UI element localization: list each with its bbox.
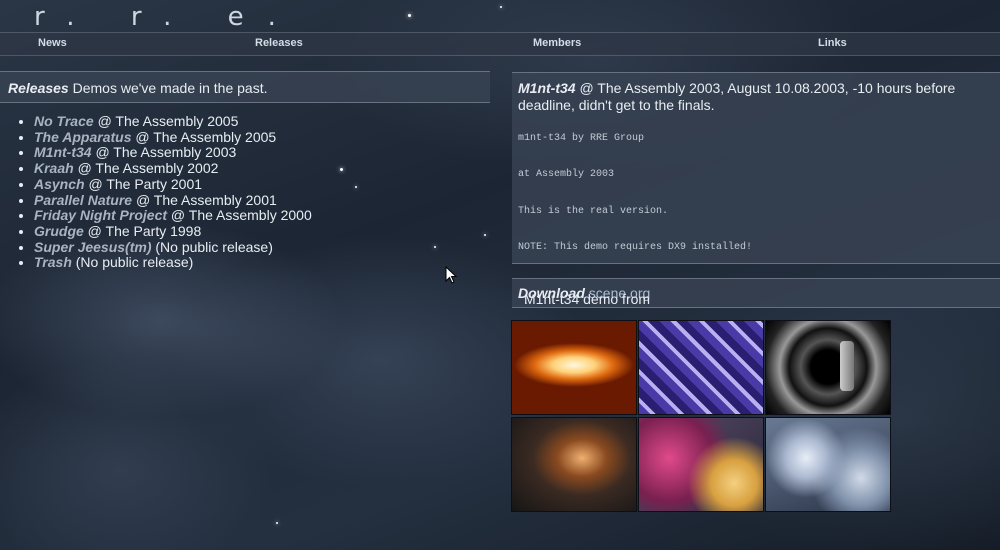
release-info: (No public release) (75, 254, 194, 271)
releases-header: Releases Demos we've made in the past. (0, 71, 490, 103)
mouse-cursor-icon (445, 266, 457, 284)
release-info: @ The Assembly 2003 (95, 144, 237, 161)
screenshot-thumb[interactable] (638, 320, 764, 415)
list-item: Kraah @ The Assembly 2002 (34, 160, 312, 177)
release-link[interactable]: Super Jeesus(tm) (34, 239, 151, 255)
list-item: Grudge @ The Party 1998 (34, 222, 312, 240)
release-list: No Trace @ The Assembly 2005 The Apparat… (18, 113, 312, 271)
star (355, 186, 357, 188)
star (500, 6, 502, 8)
detail-title: M1nt-t34 @ The Assembly 2003, August 10.… (518, 80, 988, 114)
nav-members[interactable]: Members (533, 37, 581, 49)
detail-line: at Assembly 2003 (518, 169, 615, 180)
list-item: No Trace @ The Assembly 2005 (34, 113, 312, 130)
star (408, 14, 411, 17)
release-link[interactable]: M1nt-t34 (34, 144, 92, 161)
release-link[interactable]: Friday Night Project (34, 207, 167, 223)
release-detail-panel: M1nt-t34 @ The Assembly 2003, August 10.… (512, 72, 1000, 264)
release-link[interactable]: The Apparatus (34, 129, 132, 145)
main-nav: News Releases Members Links (0, 32, 1000, 56)
detail-line: This is the real version. (518, 206, 669, 217)
star (434, 246, 436, 248)
detail-line: NOTE: This demo requires DX9 installed! (518, 242, 753, 253)
release-info: @ The Party 2001 (88, 175, 203, 192)
release-link[interactable]: Grudge (34, 223, 84, 239)
release-info: @ The Assembly 2001 (135, 191, 277, 208)
release-link[interactable]: Asynch (34, 176, 85, 192)
list-item: Parallel Nature @ The Assembly 2001 (34, 191, 312, 209)
list-item: Super Jeesus(tm) (No public release) (34, 238, 312, 256)
detail-line: m1nt-t34 by RRE Group (518, 133, 645, 144)
screenshot-thumb[interactable] (511, 417, 637, 512)
nav-links[interactable]: Links (818, 37, 847, 49)
release-link[interactable]: Kraah (34, 160, 74, 176)
download-suffix: . (524, 291, 528, 307)
release-link[interactable]: No Trace (34, 113, 94, 129)
release-info: @ The Party 1998 (87, 222, 202, 239)
release-info: @ The Assembly 2002 (77, 160, 219, 177)
screenshot-thumb[interactable] (511, 320, 637, 415)
star (340, 168, 343, 171)
star (484, 234, 486, 236)
screenshot-thumb[interactable] (765, 320, 891, 415)
star (276, 522, 278, 524)
release-info: @ The Assembly 2000 (170, 207, 312, 224)
list-item: M1nt-t34 @ The Assembly 2003 (34, 145, 312, 161)
detail-info: @ The Assembly 2003, August 10.08.2003, … (518, 80, 956, 113)
list-item: Trash (No public release) (34, 254, 312, 271)
nav-news[interactable]: News (38, 37, 67, 49)
release-info: (No public release) (155, 238, 273, 255)
detail-name: M1nt-t34 (518, 80, 576, 96)
release-info: @ The Assembly 2005 (135, 128, 277, 145)
list-item: Asynch @ The Party 2001 (34, 175, 312, 193)
site-logo[interactable]: r. r. e. (34, 2, 300, 32)
release-info: @ The Assembly 2005 (97, 113, 239, 129)
list-item: Friday Night Project @ The Assembly 2000 (34, 207, 312, 224)
releases-title: Releases (8, 80, 69, 96)
download-bar: Download M1nt-t34 demo from scene.org. (512, 278, 1000, 308)
download-text: M1nt-t34 demo from (524, 291, 651, 307)
screenshot-thumb[interactable] (765, 417, 891, 512)
release-link[interactable]: Trash (34, 254, 72, 270)
screenshot-thumb[interactable] (638, 417, 764, 512)
list-item: The Apparatus @ The Assembly 2005 (34, 128, 312, 146)
release-link[interactable]: Parallel Nature (34, 192, 132, 208)
robot-figure (840, 341, 854, 391)
nav-releases[interactable]: Releases (255, 37, 303, 49)
releases-subtitle: Demos we've made in the past. (72, 80, 268, 96)
